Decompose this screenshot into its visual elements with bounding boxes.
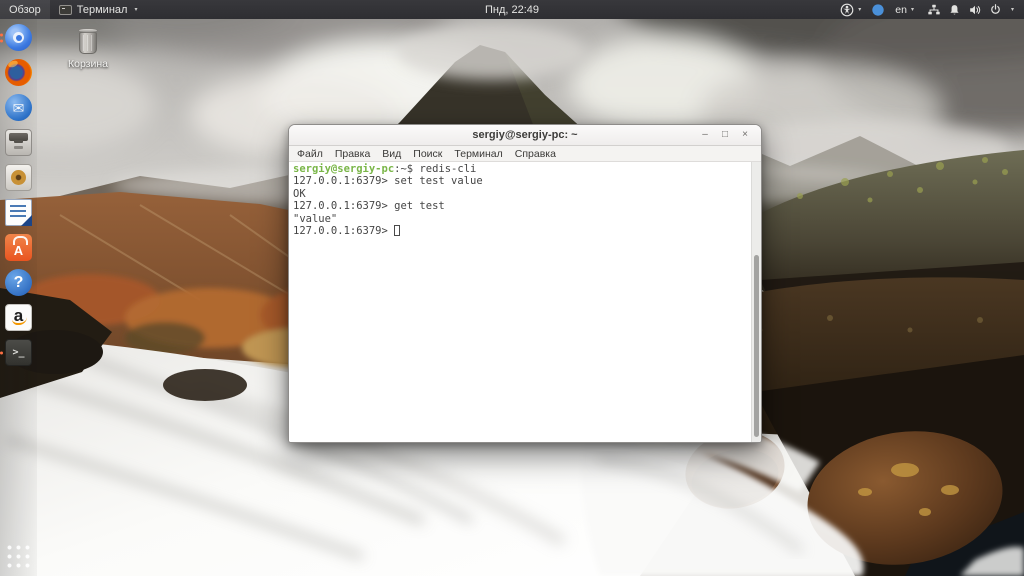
terminal-cursor bbox=[394, 225, 400, 236]
running-indicator bbox=[0, 33, 3, 42]
window-title: sergiy@sergiy-pc: ~ bbox=[472, 129, 577, 141]
desktop: Обзор Терминал ▾ Пнд, 22:49 ▾ bbox=[0, 0, 1024, 576]
minimize-button[interactable]: – bbox=[695, 130, 715, 140]
terminal-line: sergiy@sergiy-pc:~$ redis-cli bbox=[293, 163, 749, 175]
dock-item-help[interactable] bbox=[5, 269, 32, 296]
trash-can-icon bbox=[77, 28, 99, 55]
chromium-icon bbox=[5, 24, 32, 51]
power-icon bbox=[989, 3, 1002, 16]
maximize-button[interactable]: □ bbox=[715, 130, 735, 140]
clock[interactable]: Пнд, 22:49 bbox=[475, 0, 549, 19]
network-icon bbox=[927, 3, 941, 17]
terminal-line: OK bbox=[293, 188, 749, 200]
top-bar: Обзор Терминал ▾ Пнд, 22:49 ▾ bbox=[0, 0, 1024, 19]
dock-item-writer[interactable] bbox=[5, 199, 32, 226]
thunderbird-icon bbox=[5, 94, 32, 121]
terminal-line: 127.0.0.1:6379> get test bbox=[293, 200, 749, 212]
menu-item-5[interactable]: Справка bbox=[509, 148, 562, 160]
system-status-menu[interactable]: ▾ bbox=[919, 0, 1024, 19]
amazon-icon bbox=[5, 304, 32, 331]
running-indicator bbox=[0, 351, 3, 354]
dock-item-chromium[interactable] bbox=[5, 24, 32, 51]
blue-app-indicator-icon bbox=[871, 3, 885, 17]
accessibility-menu[interactable]: ▾ bbox=[835, 0, 866, 19]
window-controls: – □ × bbox=[695, 125, 755, 145]
dock-item-software[interactable] bbox=[5, 234, 32, 261]
terminal-icon bbox=[5, 339, 32, 366]
terminal-body: sergiy@sergiy-pc:~$ redis-cli127.0.0.1:6… bbox=[289, 162, 761, 443]
trash-label: Корзина bbox=[68, 58, 108, 70]
ubuntu-software-icon bbox=[5, 234, 32, 261]
clock-label: Пнд, 22:49 bbox=[485, 4, 539, 16]
dock-item-thunderbird[interactable] bbox=[5, 94, 32, 121]
trash-desktop-icon[interactable]: Корзина bbox=[50, 28, 126, 70]
window-titlebar[interactable]: sergiy@sergiy-pc: ~ – □ × bbox=[289, 125, 761, 146]
menu-item-3[interactable]: Поиск bbox=[407, 148, 448, 160]
terminal-line: "value" bbox=[293, 213, 749, 225]
keyboard-layout-label: en bbox=[895, 4, 907, 16]
firefox-icon bbox=[5, 59, 32, 86]
menu-item-2[interactable]: Вид bbox=[376, 148, 407, 160]
dock-items bbox=[5, 24, 32, 366]
dock-item-amazon[interactable] bbox=[5, 304, 32, 331]
speaker-icon bbox=[968, 3, 982, 17]
activities-button[interactable]: Обзор bbox=[0, 0, 50, 19]
terminal-output[interactable]: sergiy@sergiy-pc:~$ redis-cli127.0.0.1:6… bbox=[293, 163, 749, 443]
chevron-down-icon: ▾ bbox=[858, 6, 861, 13]
scrollbar-thumb[interactable] bbox=[754, 255, 759, 438]
dock-item-files[interactable] bbox=[5, 129, 32, 156]
file-cabinet-icon bbox=[5, 129, 32, 156]
app-menu-terminal[interactable]: Терминал ▾ bbox=[50, 0, 147, 19]
dock-item-firefox[interactable] bbox=[5, 59, 32, 86]
dock bbox=[0, 19, 37, 576]
terminal-line: 127.0.0.1:6379> set test value bbox=[293, 175, 749, 187]
chevron-down-icon: ▾ bbox=[911, 6, 914, 13]
rhythmbox-speaker-icon bbox=[5, 164, 32, 191]
menu-item-4[interactable]: Терминал bbox=[448, 148, 508, 160]
app-menu-label: Терминал bbox=[77, 4, 128, 16]
activities-label: Обзор bbox=[9, 4, 41, 16]
libreoffice-writer-icon bbox=[5, 199, 32, 226]
keyboard-layout-menu[interactable]: en ▾ bbox=[890, 0, 919, 19]
accessibility-icon bbox=[840, 3, 854, 17]
chevron-down-icon: ▾ bbox=[134, 6, 137, 13]
chevron-down-icon: ▾ bbox=[1011, 6, 1014, 13]
show-applications-grid-icon[interactable] bbox=[6, 544, 31, 569]
app-indicator[interactable] bbox=[866, 0, 890, 19]
dock-item-rhythmbox[interactable] bbox=[5, 164, 32, 191]
bell-icon bbox=[948, 3, 961, 17]
menu-bar: ФайлПравкаВидПоискТерминалСправка bbox=[289, 146, 761, 162]
menu-item-0[interactable]: Файл bbox=[291, 148, 329, 160]
menu-item-1[interactable]: Правка bbox=[329, 148, 376, 160]
help-question-icon bbox=[5, 269, 32, 296]
dock-item-terminal[interactable] bbox=[5, 339, 32, 366]
terminal-window: sergiy@sergiy-pc: ~ – □ × ФайлПравкаВидП… bbox=[288, 124, 762, 443]
terminal-scrollbar[interactable] bbox=[751, 162, 761, 443]
terminal-line: 127.0.0.1:6379> bbox=[293, 225, 749, 237]
close-button[interactable]: × bbox=[735, 130, 755, 140]
terminal-mini-icon bbox=[59, 5, 72, 15]
